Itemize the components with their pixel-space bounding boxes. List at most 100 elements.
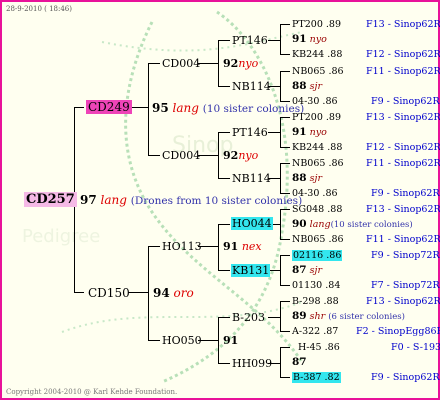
row-6[interactable]: PT200 .89 [292, 112, 341, 123]
row-loc: F11 - Sinop62R [366, 234, 440, 245]
cd150-label: 94 oro [153, 286, 194, 300]
row-4: 88 sjr [292, 81, 322, 93]
connector [280, 71, 290, 72]
row-10: 88 sjr [292, 173, 323, 185]
row-loc: F9 - Sinop62R [371, 188, 440, 199]
row-marker: 87 [292, 356, 307, 368]
ho113-node[interactable]: HO113 [162, 240, 202, 253]
pedigree-frame: Sinop Pedigree 28-9-2010 ( 18:46) Copyri… [0, 0, 440, 400]
cd004-lower[interactable]: CD004 [162, 149, 200, 162]
g3-race: nyo [238, 149, 259, 162]
ho050-node[interactable]: HO050 [162, 334, 202, 347]
connector [280, 117, 281, 148]
b203-node[interactable]: B-203 [232, 311, 265, 324]
level1-note: (Drones from 10 sister colonies) [130, 195, 303, 207]
g3-marker: 91 [223, 334, 239, 347]
connector [268, 317, 280, 318]
cd150-race: oro [173, 286, 194, 300]
row-14[interactable]: NB065 .86 [292, 234, 344, 245]
row-7: 91 nyo [292, 127, 327, 139]
header-date: 28-9-2010 ( 18:46) [6, 5, 72, 13]
level1-race: lang [100, 193, 127, 207]
connector [148, 155, 160, 156]
row-code: A-322 [292, 326, 321, 337]
row-code: KB244 [292, 142, 325, 153]
g3-marker: 92 [223, 149, 239, 162]
row-code: 01130 [292, 280, 323, 291]
row-12[interactable]: SG048 .88 [292, 204, 342, 215]
row-loc: F13 - Sinop62R [366, 296, 440, 307]
row-year: .89 [325, 19, 342, 30]
row-18[interactable]: B-298 .88 [292, 296, 339, 307]
row-17[interactable]: 01130 .84 [292, 280, 340, 291]
row-loc: F11 - Sinop62R [366, 158, 440, 169]
g3-label-a: 92nyo [223, 57, 258, 70]
connector [148, 340, 160, 341]
row-loc: F0 - S-193 [391, 342, 440, 353]
hh099-node[interactable]: HH099 [232, 357, 272, 370]
cd249-note: (10 sister colonies) [202, 103, 305, 115]
row-loc: F2 - SinopEgg86R [356, 326, 440, 337]
connector [218, 224, 219, 270]
connector [148, 246, 149, 340]
connector [148, 63, 149, 155]
copyright-text: Copyright 2004-2010 @ Karl Kehde Foundat… [6, 388, 178, 396]
row-11[interactable]: 04-30 .86 [292, 188, 338, 199]
connector [218, 363, 230, 364]
row-marker: 89 [292, 310, 307, 322]
sire-queen[interactable]: CD249 [86, 100, 132, 114]
root-queen[interactable]: CD257 [24, 192, 77, 207]
row-20[interactable]: A-322 .87 [292, 326, 338, 337]
connector [280, 301, 290, 302]
row-race: sjr [309, 173, 323, 184]
kb131-node[interactable]: KB131 [231, 264, 271, 277]
connector [280, 301, 281, 332]
connector [218, 224, 230, 225]
cd004-upper[interactable]: CD004 [162, 57, 200, 70]
connector [280, 147, 290, 148]
row-year: .88 [327, 142, 343, 153]
pt146-lower[interactable]: PT146 [232, 126, 268, 139]
connector [218, 40, 230, 41]
pt146-upper[interactable]: PT146 [232, 34, 268, 47]
connector [280, 255, 290, 256]
row-loc: F13 - Sinop62R [366, 204, 440, 215]
nb114-upper[interactable]: NB114 [232, 80, 271, 93]
row-13: 90 lang(10 sister colonies) [292, 219, 413, 231]
connector [280, 163, 281, 194]
connector [218, 86, 230, 87]
row-loc: F13 - Sinop62R [366, 112, 440, 123]
connector [218, 132, 219, 178]
row-23[interactable]: B-387 .82 [292, 372, 341, 383]
row-marker: 87 [292, 264, 307, 276]
row-9[interactable]: NB065 .86 [292, 158, 344, 169]
g3-marker: 91 [223, 240, 239, 253]
row-8[interactable]: KB244 .88 [292, 142, 342, 153]
ho044-node[interactable]: HO044 [231, 217, 273, 230]
connector [148, 63, 160, 64]
row-year: .86 [322, 96, 338, 107]
row-code: NB065 [292, 158, 326, 169]
row-2[interactable]: KB244 .88 [292, 49, 342, 60]
dam-queen[interactable]: CD150 [88, 286, 130, 300]
nb114-lower[interactable]: NB114 [232, 172, 271, 185]
row-3[interactable]: NB065 .86 [292, 66, 344, 77]
row-loc: F11 - Sinop62R [366, 66, 440, 77]
row-loc: F13 - Sinop62R [366, 19, 440, 30]
row-5[interactable]: 04-30 .86 [292, 96, 338, 107]
connector [218, 132, 230, 133]
connector [280, 285, 290, 286]
g3-label-c: 91 nex [223, 240, 262, 253]
row-loc: F7 - Sinop72R [371, 280, 440, 291]
row-15[interactable]: 02116 .86 [292, 250, 343, 261]
g3-label-b: 92nyo [223, 149, 258, 162]
connector [280, 24, 281, 55]
connector [198, 155, 218, 156]
row-year: .86 [324, 342, 340, 353]
row-loc: F9 - Sinop62R [371, 96, 440, 107]
row-21[interactable]: H-45 .86 [298, 342, 340, 353]
connector [280, 331, 290, 332]
row-year: .87 [323, 326, 339, 337]
row-race: lang [309, 219, 331, 230]
row-0[interactable]: PT200 .89 [292, 19, 341, 30]
